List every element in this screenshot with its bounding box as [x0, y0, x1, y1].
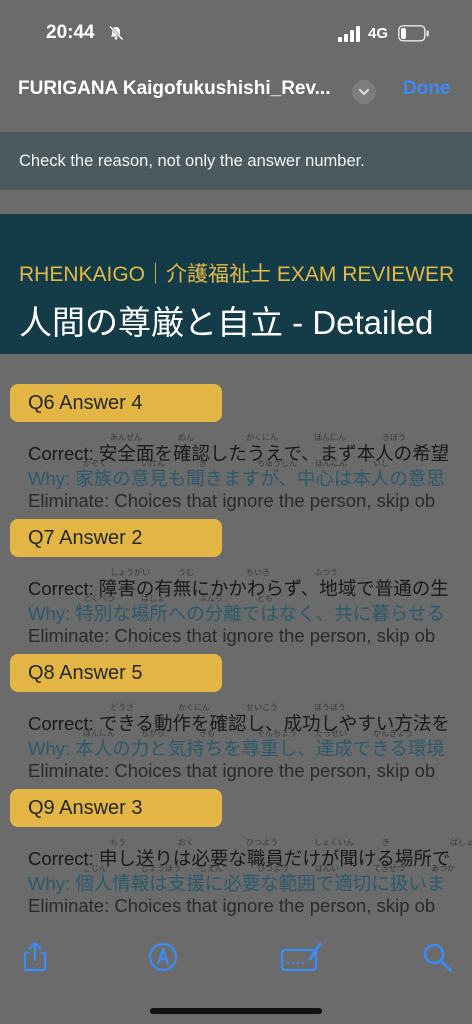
why-line: Why: 個人情報は支援に必要な範囲で適切に扱いま — [28, 873, 446, 894]
tip-banner: Check the reason, not only the answer nu… — [0, 132, 472, 190]
eliminate-line: Eliminate: Choices that ignore the perso… — [28, 625, 436, 646]
chevron-down-icon — [359, 89, 369, 96]
brand-line: RHENKAIGO｜介護福祉士 EXAM REVIEWER — [19, 263, 455, 286]
battery-icon — [398, 25, 429, 42]
home-indicator — [150, 1008, 322, 1014]
status-bar: 20:44 4G — [0, 0, 472, 68]
share-icon[interactable] — [18, 940, 52, 974]
search-icon[interactable] — [420, 940, 454, 974]
signal-icon — [338, 26, 360, 42]
eliminate-line: Eliminate: Choices that ignore the perso… — [28, 760, 436, 781]
eliminate-line: Eliminate: Choices that ignore the perso… — [28, 490, 436, 511]
bell-muted-icon — [109, 25, 124, 41]
why-line: Why: 家族の意見も聞きますが、中心は本人の意思 — [28, 468, 445, 489]
why-line: Why: 本人の力と気持ちを尊重し、達成できる環境 — [28, 738, 445, 759]
answers-list: Q6 Answer 4 あんぜん めん かくにん ほんにん きぼう Correct: 安全面… — [0, 366, 472, 924]
answer-pill: Q8 Answer 5 — [10, 654, 222, 692]
page-header: RHENKAIGO｜介護福祉士 EXAM REVIEWER 人間の尊厳と自立 -… — [0, 214, 472, 354]
answer-pill: Q9 Answer 3 — [10, 789, 222, 827]
document-nav-bar: FURIGANA Kaigofukushishi_Rev... Done — [0, 68, 472, 118]
document-title[interactable]: FURIGANA Kaigofukushishi_Rev... — [18, 78, 353, 100]
why-line: Why: 特別な場所への分離ではなく、共に暮らせる — [28, 603, 445, 624]
markup-icon[interactable] — [146, 940, 180, 974]
eliminate-line: Eliminate: Choices that ignore the perso… — [28, 895, 436, 916]
answer-pill: Q6 Answer 4 — [10, 384, 222, 422]
done-button[interactable]: Done — [403, 78, 451, 100]
title-menu-button[interactable] — [352, 80, 376, 104]
status-time: 20:44 — [46, 22, 95, 43]
network-type: 4G — [368, 25, 389, 42]
document-page[interactable]: Check the reason, not only the answer nu… — [0, 118, 472, 924]
page-title: 人間の尊厳と自立 - Detailed — [19, 304, 434, 341]
signature-icon[interactable] — [280, 940, 322, 974]
answer-pill: Q7 Answer 2 — [10, 519, 222, 557]
furigana: ばしょ — [450, 838, 472, 847]
